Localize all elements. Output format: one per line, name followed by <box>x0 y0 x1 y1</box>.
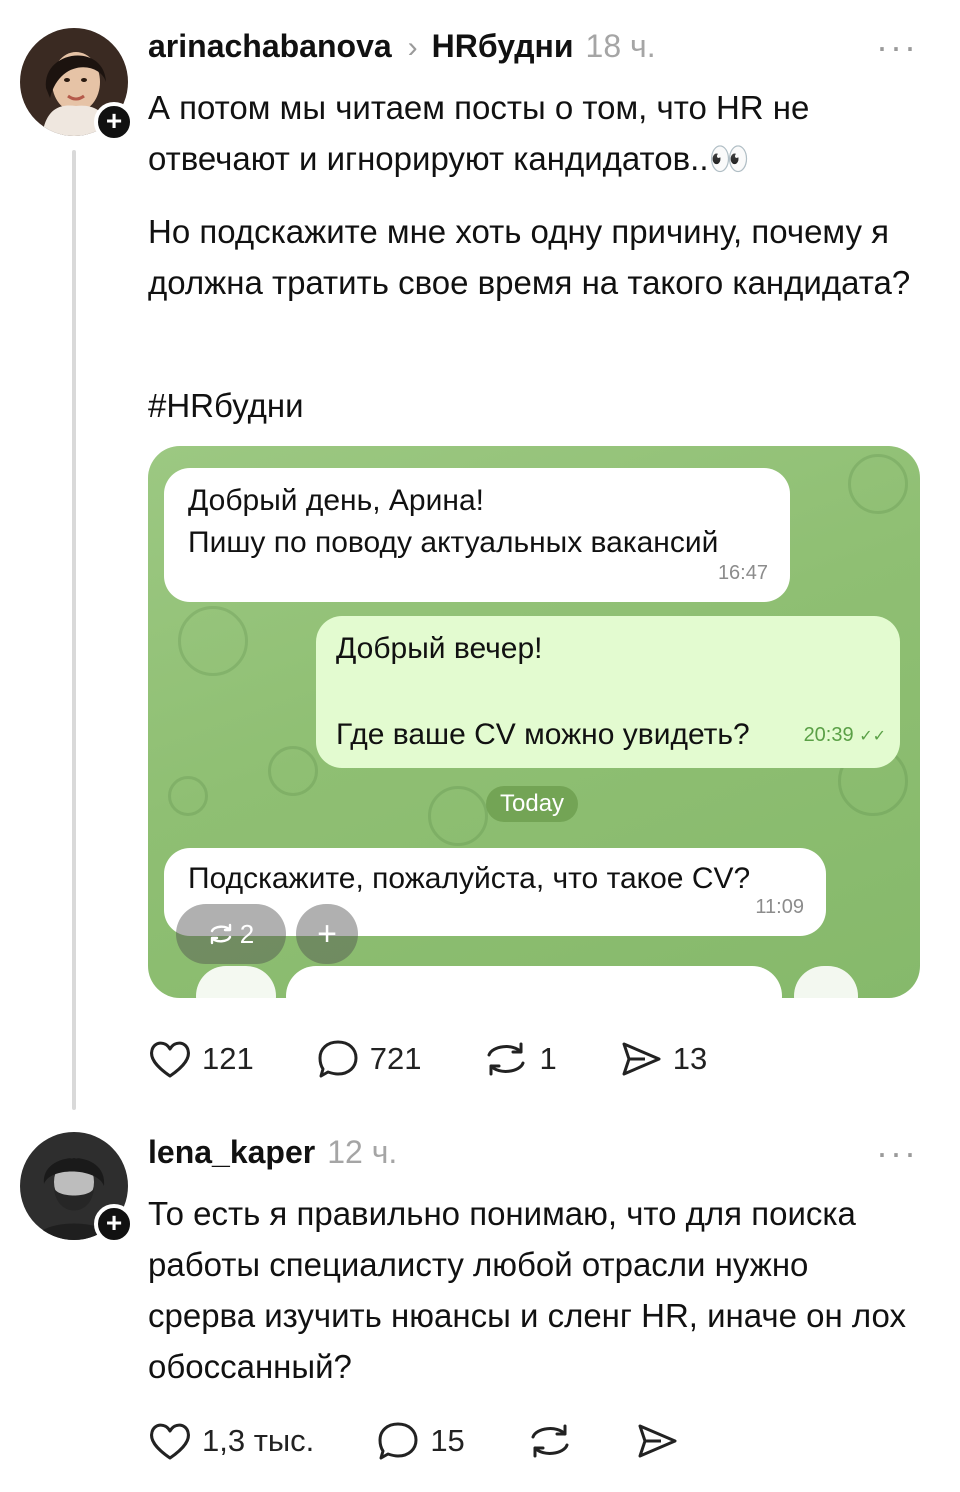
post-actions: 121 721 1 13 <box>148 1038 769 1080</box>
repost-count: 2 <box>239 918 255 949</box>
post-header: arinachabanova › HRбудни 18 ч. <box>148 28 656 65</box>
repost-icon <box>210 923 231 945</box>
share-icon <box>638 1424 677 1458</box>
repost-count: 1 <box>539 1041 557 1076</box>
community-name[interactable]: HRбудни <box>432 28 574 65</box>
post-actions: 1,3 тыс. 15 <box>148 1420 741 1462</box>
date-separator: Today <box>486 786 579 822</box>
like-button[interactable]: 121 <box>148 1039 254 1079</box>
message-text: Где ваше CV можно увидеть? <box>336 718 750 751</box>
more-icon[interactable]: ··· <box>876 1132 918 1174</box>
doodle <box>268 746 318 796</box>
thread-line <box>72 150 76 1110</box>
share-button[interactable]: 13 <box>619 1039 707 1079</box>
repost-count-pill[interactable]: 2 <box>176 904 286 964</box>
like-count: 121 <box>202 1041 254 1076</box>
message-text: Добрый день, Арина! <box>188 484 484 517</box>
incoming-message: Добрый день, Арина! Пишу по поводу актуа… <box>164 468 790 602</box>
doodle <box>848 454 908 514</box>
follow-button[interactable]: + <box>94 102 134 142</box>
post-arinachabanova: + arinachabanova › HRбудни 18 ч. ··· А п… <box>0 0 960 1110</box>
message-time: 11:09 <box>755 896 804 918</box>
comment-icon <box>378 1422 418 1460</box>
message-text: Пишу по поводу актуальных вакансий <box>188 526 719 559</box>
comment-button[interactable]: 721 <box>316 1038 422 1080</box>
like-count: 1,3 тыс. <box>202 1423 315 1458</box>
message-text: Добрый вечер! <box>336 632 543 665</box>
doodle <box>168 776 208 816</box>
outgoing-message: Добрый вечер! Где ваше CV можно увидеть?… <box>316 616 900 768</box>
post-time: 18 ч. <box>585 28 656 64</box>
comment-count: 721 <box>369 1041 422 1076</box>
share-count: 13 <box>672 1041 708 1076</box>
message-input[interactable] <box>286 966 782 998</box>
chevron-right-icon: › <box>407 31 418 64</box>
post-text: То есть я правильно понимаю, что для пои… <box>148 1195 906 1385</box>
post-text-1: А потом мы читаем посты о том, что HR не… <box>148 89 810 177</box>
attach-button[interactable] <box>196 966 276 998</box>
time-value: 20:39 <box>803 724 854 746</box>
mic-button[interactable] <box>794 966 858 998</box>
comment-count: 15 <box>430 1423 465 1458</box>
username[interactable]: arinachabanova <box>148 28 392 65</box>
follow-button[interactable]: + <box>94 1204 134 1244</box>
share-icon <box>622 1042 661 1076</box>
add-pill[interactable]: + <box>296 904 358 964</box>
message-time: 20:39 ✓✓ <box>804 714 886 758</box>
repost-button[interactable] <box>527 1421 573 1461</box>
heart-icon <box>150 1423 190 1460</box>
comment-button[interactable]: 15 <box>376 1420 465 1462</box>
share-button[interactable] <box>635 1421 679 1461</box>
post-text-2: Но подскажите мне хоть одну причину, поч… <box>148 213 911 301</box>
doodle <box>428 786 488 846</box>
post-lena-kaper: + lena_kaper 12 ч. ··· То есть я правиль… <box>0 1110 960 1492</box>
username[interactable]: lena_kaper <box>148 1134 315 1171</box>
hashtag[interactable]: #HRбудни <box>148 380 928 431</box>
comment-icon <box>318 1040 358 1078</box>
message-text: Подскажите, пожалуйста, что такое CV? <box>188 862 751 895</box>
post-header: lena_kaper 12 ч. <box>148 1134 397 1171</box>
repost-button[interactable]: 1 <box>483 1039 557 1079</box>
like-button[interactable]: 1,3 тыс. <box>148 1421 314 1461</box>
post-time: 12 ч. <box>327 1134 398 1170</box>
message-time: 16:47 <box>717 562 768 584</box>
heart-icon <box>150 1041 190 1078</box>
repost-icon <box>487 1042 525 1076</box>
repost-icon <box>531 1424 569 1458</box>
chat-screenshot[interactable]: Добрый день, Арина! Пишу по поводу актуа… <box>148 446 920 998</box>
read-check-icon: ✓✓ <box>859 728 886 745</box>
more-icon[interactable]: ··· <box>876 26 918 68</box>
doodle <box>178 606 248 676</box>
